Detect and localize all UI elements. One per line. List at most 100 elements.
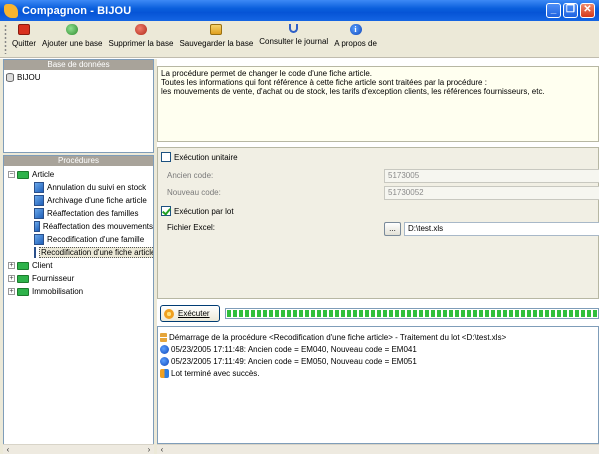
journal-label: Consulter le journal	[259, 37, 329, 46]
collapse-icon[interactable]: −	[8, 171, 15, 178]
tree-node-label: Article	[32, 170, 55, 179]
execute-bar: Exécuter	[157, 303, 599, 324]
database-pane-header: Base de données	[4, 60, 153, 70]
left-panel: Base de données BIJOU Procédures − Artic…	[0, 59, 157, 454]
delete-database-button[interactable]: Supprimer la base	[106, 21, 177, 48]
procedure-icon	[34, 182, 44, 193]
scroll-left-icon[interactable]: ‹	[157, 445, 167, 454]
procedure-icon	[34, 195, 44, 206]
unit-execution-option[interactable]: Exécution unitaire	[161, 152, 238, 162]
tree-leaf-selected[interactable]: Recodification d'une fiche article	[4, 246, 153, 259]
tree-leaf-label: Réaffectation des mouvements	[42, 222, 153, 231]
log-entry: 05/23/2005 17:11:49: Ancien code = EM050…	[160, 355, 596, 367]
quit-button[interactable]: Quitter	[9, 21, 39, 48]
excel-file-field[interactable]: D:\test.xls	[404, 222, 599, 236]
database-icon	[6, 73, 14, 82]
tree-leaf[interactable]: Réaffectation des familles	[4, 207, 153, 220]
tree-hscrollbar[interactable]: ‹ ›	[3, 444, 154, 454]
database-item[interactable]: BIJOU	[4, 70, 153, 85]
log-text: Démarrage de la procédure <Recodificatio…	[169, 332, 507, 342]
folder-icon	[17, 287, 29, 296]
tree-node-label: Fournisseur	[32, 274, 75, 283]
tree-leaf[interactable]: Réaffectation des mouvements	[4, 220, 153, 233]
hourglass-icon	[160, 332, 167, 342]
tree-leaf[interactable]: Annulation du suivi en stock	[4, 181, 153, 194]
unit-execution-label: Exécution unitaire	[174, 152, 238, 162]
app-icon	[4, 3, 18, 18]
new-code-label: Nouveau code:	[167, 188, 221, 197]
about-button[interactable]: i A propos de	[331, 21, 380, 48]
tree-leaf-label: Recodification d'une famille	[47, 235, 145, 244]
procedures-tree: − Article Annulation du suivi en stock A…	[4, 166, 153, 298]
procedure-icon	[34, 221, 40, 232]
progress-fill	[227, 310, 597, 317]
tree-leaf[interactable]: Recodification d'une famille	[4, 233, 153, 246]
description-line: Toutes les informations qui font référen…	[161, 78, 487, 87]
procedure-icon	[34, 247, 36, 258]
scroll-left-icon[interactable]: ‹	[3, 445, 13, 454]
journal-icon	[289, 24, 299, 33]
tree-node-fournisseur[interactable]: + Fournisseur	[4, 272, 153, 285]
old-code-label: Ancien code:	[167, 171, 214, 180]
done-icon	[160, 368, 169, 378]
folder-icon	[17, 274, 29, 283]
add-database-label: Ajouter une base	[42, 39, 103, 48]
toolbar-grip[interactable]	[4, 24, 7, 54]
log-entry: 05/23/2005 17:11:48: Ancien code = EM040…	[160, 343, 596, 355]
journal-button[interactable]: Consulter le journal	[256, 21, 331, 46]
description-line: La procédure permet de changer le code d…	[161, 69, 372, 78]
save-database-icon	[210, 24, 223, 35]
execute-button[interactable]: Exécuter	[160, 305, 220, 322]
excel-file-label: Fichier Excel:	[167, 223, 216, 232]
unit-execution-checkbox[interactable]	[161, 152, 171, 162]
window-title: Compagnon - BIJOU	[22, 4, 132, 17]
execution-log: Démarrage de la procédure <Recodificatio…	[157, 326, 599, 444]
procedure-icon	[34, 234, 44, 245]
expand-icon[interactable]: +	[8, 262, 15, 269]
info-icon	[160, 356, 169, 366]
tree-node-label: Immobilisation	[32, 287, 84, 296]
add-database-button[interactable]: Ajouter une base	[39, 21, 106, 48]
browse-button[interactable]: ...	[384, 222, 401, 236]
tree-leaf-label: Réaffectation des familles	[47, 209, 139, 218]
tree-node-article[interactable]: − Article	[4, 168, 153, 181]
expand-icon[interactable]: +	[8, 288, 15, 295]
execute-label: Exécuter	[178, 309, 210, 318]
database-pane: Base de données BIJOU	[3, 59, 154, 153]
procedure-icon	[34, 208, 44, 219]
new-code-field[interactable]: 51730052	[384, 186, 599, 200]
tree-leaf-label: Recodification d'une fiche article	[39, 247, 153, 258]
close-button[interactable]: ✕	[580, 3, 595, 18]
about-label: A propos de	[334, 39, 377, 48]
procedures-pane-header: Procédures	[4, 156, 153, 166]
delete-database-label: Supprimer la base	[108, 39, 174, 48]
tree-node-immobilisation[interactable]: + Immobilisation	[4, 285, 153, 298]
maximize-button[interactable]: ❐	[563, 3, 578, 18]
folder-icon	[17, 170, 29, 179]
execute-icon	[164, 308, 174, 319]
log-text: 05/23/2005 17:11:49: Ancien code = EM050…	[171, 356, 417, 366]
minimize-button[interactable]: _	[546, 3, 561, 18]
title-bar: Compagnon - BIJOU _ ❐ ✕	[0, 0, 599, 21]
log-text: Lot terminé avec succès.	[171, 368, 260, 378]
batch-execution-option[interactable]: Exécution par lot	[161, 206, 234, 216]
add-database-icon	[66, 24, 79, 35]
main-panel: La procédure permet de changer le code d…	[157, 59, 599, 454]
expand-icon[interactable]: +	[8, 275, 15, 282]
log-text: 05/23/2005 17:11:48: Ancien code = EM040…	[171, 344, 417, 354]
log-hscrollbar[interactable]: ‹	[157, 444, 599, 454]
old-code-field[interactable]: 5173005	[384, 169, 599, 183]
progress-bar	[225, 308, 599, 319]
log-entry: Démarrage de la procédure <Recodificatio…	[160, 331, 596, 343]
tree-leaf-label: Archivage d'une fiche article	[47, 196, 147, 205]
tree-leaf[interactable]: Archivage d'une fiche article	[4, 194, 153, 207]
delete-database-icon	[134, 24, 147, 35]
save-database-button[interactable]: Sauvegarder la base	[176, 21, 256, 48]
description-line: les mouvements de vente, d'achat ou de s…	[161, 87, 545, 96]
scroll-right-icon[interactable]: ›	[144, 445, 154, 454]
batch-execution-checkbox[interactable]	[161, 206, 171, 216]
about-icon: i	[349, 24, 362, 35]
quit-icon	[18, 24, 30, 35]
tree-node-client[interactable]: + Client	[4, 259, 153, 272]
tree-node-label: Client	[32, 261, 53, 270]
